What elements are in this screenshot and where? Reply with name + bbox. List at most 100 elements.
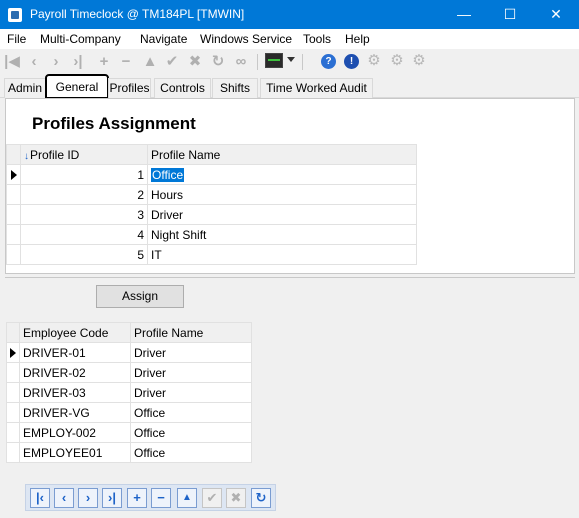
toolbar-separator: [302, 54, 303, 70]
edit-up-icon[interactable]: ▲: [177, 488, 197, 508]
last-record-icon[interactable]: ›|: [102, 488, 122, 508]
employees-grid[interactable]: Employee Code Profile Name DRIVER-01 Dri…: [6, 322, 252, 463]
profile-id-cell[interactable]: 4: [20, 224, 148, 245]
profile-id-cell[interactable]: 3: [20, 204, 148, 225]
grid-header: Employee Code Profile Name: [6, 322, 252, 343]
window-title: Payroll Timeclock @ TM184PL [TMWIN]: [30, 7, 245, 21]
employee-code-cell[interactable]: EMPLOY-002: [19, 422, 131, 443]
profile-name-cell[interactable]: Driver: [130, 382, 252, 403]
profile-name-cell[interactable]: Office: [130, 442, 252, 463]
tab-profiles[interactable]: Profiles: [108, 78, 151, 98]
previous-icon[interactable]: ‹: [26, 53, 42, 71]
table-row[interactable]: 4 Night Shift: [6, 224, 417, 245]
row-indicator: [6, 382, 20, 403]
app-icon: [8, 8, 22, 22]
menu-help[interactable]: Help: [345, 32, 370, 46]
assign-button[interactable]: Assign: [96, 285, 184, 308]
profile-id-cell[interactable]: 5: [20, 244, 148, 265]
profile-name-cell[interactable]: Hours: [147, 184, 417, 205]
refresh-icon[interactable]: ↻: [251, 488, 271, 508]
employee-code-cell[interactable]: DRIVER-VG: [19, 402, 131, 423]
menu-bar: File Multi-Company Navigate Windows Serv…: [0, 29, 579, 49]
employee-code-cell[interactable]: DRIVER-01: [19, 342, 131, 363]
row-header-cell: [6, 322, 20, 343]
table-row[interactable]: EMPLOY-002 Office: [6, 422, 252, 443]
close-button[interactable]: ✕: [533, 0, 579, 29]
panel-divider: [5, 277, 575, 278]
row-indicator: [6, 164, 21, 185]
profile-id-cell[interactable]: 1: [20, 164, 148, 185]
info-icon[interactable]: !: [344, 54, 359, 69]
refresh-icon[interactable]: ↻: [210, 53, 226, 71]
employee-code-cell[interactable]: EMPLOYEE01: [19, 442, 131, 463]
table-row[interactable]: EMPLOYEE01 Office: [6, 442, 252, 463]
next-icon[interactable]: ›: [48, 53, 64, 71]
first-icon[interactable]: |◀: [4, 53, 20, 71]
table-row[interactable]: DRIVER-VG Office: [6, 402, 252, 423]
menu-windows-service[interactable]: Windows Service: [200, 32, 292, 46]
column-header-profile-name[interactable]: Profile Name: [130, 322, 252, 343]
tab-time-worked-audit[interactable]: Time Worked Audit: [260, 78, 373, 98]
profile-name-cell[interactable]: IT: [147, 244, 417, 265]
employee-code-cell[interactable]: DRIVER-02: [19, 362, 131, 383]
tab-general[interactable]: General: [45, 74, 109, 99]
profile-name-cell[interactable]: Office: [130, 402, 252, 423]
gear-alt-icon[interactable]: ⚙: [411, 53, 427, 69]
profile-name-cell[interactable]: Driver: [147, 204, 417, 225]
sort-arrow-icon: ↓: [24, 150, 29, 162]
employee-code-cell[interactable]: DRIVER-03: [19, 382, 131, 403]
profile-name-cell[interactable]: Driver: [130, 342, 252, 363]
record-navigator: |‹ ‹ › ›| + − ▲ ✔ ✖ ↻: [25, 484, 276, 511]
table-row[interactable]: 3 Driver: [6, 204, 417, 225]
post-check-icon[interactable]: ✔: [202, 488, 222, 508]
row-indicator: [6, 244, 21, 265]
profile-name-cell[interactable]: Office: [130, 422, 252, 443]
profiles-grid[interactable]: ↓Profile ID Profile Name 1 Office 2 Hour…: [6, 144, 417, 265]
gears-icon[interactable]: ⚙: [389, 53, 405, 69]
table-row[interactable]: DRIVER-01 Driver: [6, 342, 252, 363]
cancel-icon[interactable]: ✖: [187, 53, 203, 71]
row-indicator: [6, 184, 21, 205]
column-header-profile-name[interactable]: Profile Name: [147, 144, 417, 165]
maximize-button[interactable]: ☐: [487, 0, 533, 29]
column-header-employee-code[interactable]: Employee Code: [19, 322, 131, 343]
table-row[interactable]: 1 Office: [6, 164, 417, 185]
next-record-icon[interactable]: ›: [78, 488, 98, 508]
monitor-icon[interactable]: [265, 53, 283, 68]
link-icon[interactable]: ∞: [233, 53, 249, 71]
profile-name-cell[interactable]: Driver: [130, 362, 252, 383]
help-icon[interactable]: ?: [321, 54, 336, 69]
profile-id-cell[interactable]: 2: [20, 184, 148, 205]
menu-multi-company[interactable]: Multi-Company: [40, 32, 121, 46]
menu-file[interactable]: File: [7, 32, 26, 46]
previous-record-icon[interactable]: ‹: [54, 488, 74, 508]
row-indicator: [6, 204, 21, 225]
chevron-down-icon[interactable]: [287, 57, 295, 62]
last-icon[interactable]: ›|: [70, 53, 86, 71]
profile-name-cell[interactable]: Office: [147, 164, 417, 185]
delete-record-icon[interactable]: −: [151, 488, 171, 508]
minimize-button[interactable]: —: [441, 0, 487, 29]
up-icon[interactable]: ▲: [142, 53, 158, 71]
delete-icon[interactable]: −: [118, 53, 134, 71]
profile-name-cell[interactable]: Night Shift: [147, 224, 417, 245]
first-record-icon[interactable]: |‹: [30, 488, 50, 508]
save-check-icon[interactable]: ✔: [164, 53, 180, 71]
add-record-icon[interactable]: +: [127, 488, 147, 508]
gear-icon[interactable]: ⚙: [366, 53, 382, 69]
row-header-cell: [6, 144, 21, 165]
tab-controls[interactable]: Controls: [154, 78, 211, 98]
cancel-edit-icon[interactable]: ✖: [226, 488, 246, 508]
table-row[interactable]: 2 Hours: [6, 184, 417, 205]
add-icon[interactable]: +: [96, 53, 112, 71]
tab-admin[interactable]: Admin: [4, 78, 46, 98]
table-row[interactable]: DRIVER-02 Driver: [6, 362, 252, 383]
menu-tools[interactable]: Tools: [303, 32, 331, 46]
table-row[interactable]: 5 IT: [6, 244, 417, 265]
page-title: Profiles Assignment: [32, 114, 196, 133]
menu-navigate[interactable]: Navigate: [140, 32, 187, 46]
tab-shifts[interactable]: Shifts: [212, 78, 258, 98]
table-row[interactable]: DRIVER-03 Driver: [6, 382, 252, 403]
row-indicator: [6, 442, 20, 463]
column-header-profile-id[interactable]: ↓Profile ID: [20, 144, 148, 165]
